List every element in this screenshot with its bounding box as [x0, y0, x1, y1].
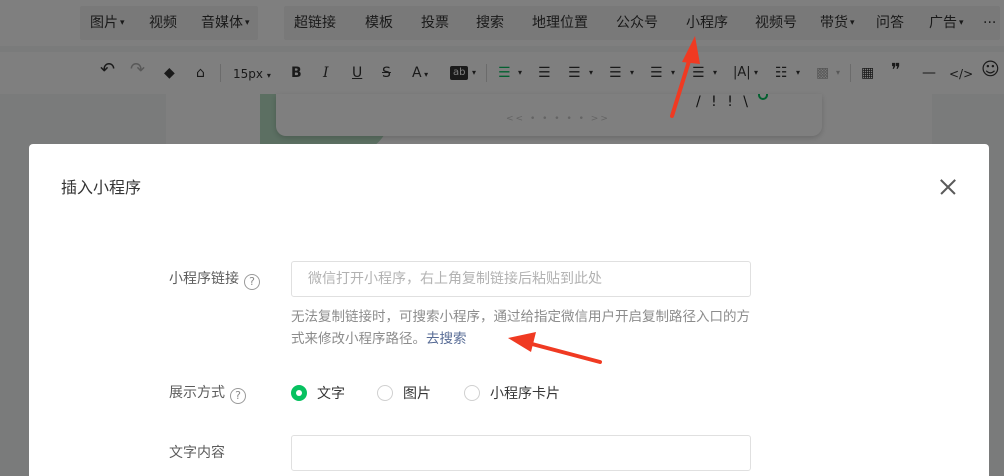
insert-mini-program-dialog: 插入小程序 小程序链接? 无法复制链接时，可搜索小程序，通过给指定微信用户开启复… — [29, 144, 989, 476]
help-icon[interactable]: ? — [230, 388, 246, 404]
display-option-card[interactable]: 小程序卡片 — [464, 384, 560, 404]
close-icon[interactable] — [933, 172, 963, 202]
radio-unchecked-icon — [464, 385, 480, 401]
display-option-image[interactable]: 图片 — [377, 384, 431, 404]
help-icon[interactable]: ? — [244, 274, 260, 290]
link-hint: 无法复制链接时，可搜索小程序，通过给指定微信用户开启复制路径入口的方式来修改小程… — [291, 309, 750, 347]
text-content-label: 文字内容 — [169, 445, 225, 461]
radio-unchecked-icon — [377, 385, 393, 401]
mini-program-link-input[interactable] — [291, 261, 751, 297]
dialog-title: 插入小程序 — [61, 178, 142, 197]
radio-checked-icon — [291, 385, 307, 401]
go-search-link[interactable]: 去搜索 — [426, 331, 467, 347]
mini-program-link-label: 小程序链接? — [169, 269, 260, 290]
text-content-input[interactable] — [291, 435, 751, 471]
display-option-text[interactable]: 文字 — [291, 384, 345, 404]
display-mode-label: 展示方式? — [169, 383, 246, 404]
